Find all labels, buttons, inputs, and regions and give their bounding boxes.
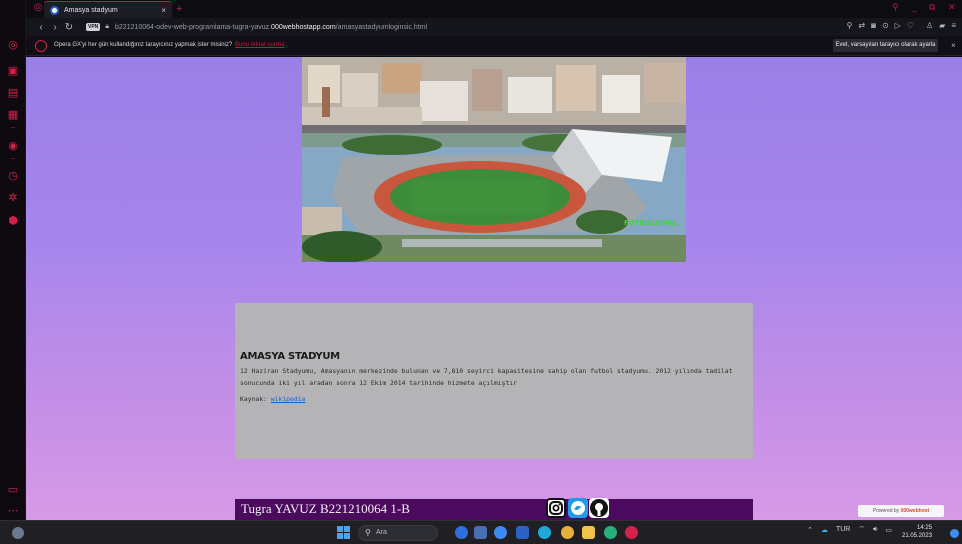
powered-by-badge[interactable]: Powered by 000webhost bbox=[858, 505, 944, 517]
extensions-icon[interactable]: ⬢ bbox=[5, 213, 21, 229]
start-button[interactable] bbox=[337, 526, 351, 540]
footer-text: Tugra YAVUZ B221210064 1-B bbox=[241, 501, 410, 516]
file-explorer-icon[interactable] bbox=[582, 526, 595, 539]
history-icon[interactable]: ◷ bbox=[5, 168, 21, 184]
stadium-photo: FUTBOLUMAL bbox=[302, 57, 686, 262]
vscode-icon[interactable] bbox=[538, 526, 551, 539]
settings-icon[interactable]: ✲ bbox=[5, 190, 21, 206]
tab-amasya-stadyum[interactable]: Amasya stadyum × bbox=[44, 1, 172, 18]
taskbar-clock[interactable]: 14:25 21.05.2023 bbox=[902, 524, 932, 540]
chrome-icon[interactable] bbox=[561, 526, 574, 539]
toolbar-icons: ⚲ ⇄ ◙ ⊙ ▷ ♡ ♙ ▰ ≡ bbox=[847, 21, 962, 30]
wifi-icon[interactable]: ⌔ bbox=[858, 525, 865, 534]
forward-icon[interactable]: › bbox=[48, 22, 62, 33]
heart-icon[interactable]: ♡ bbox=[907, 21, 914, 30]
source-line: Kaynak: wikipedia bbox=[240, 395, 305, 403]
close-window-icon[interactable]: ✕ bbox=[948, 2, 956, 13]
search-icon: ⚲ bbox=[365, 528, 371, 537]
page-footer: Tugra YAVUZ B221210064 1-B bbox=[235, 498, 753, 520]
chevron-up-icon[interactable]: ⌃ bbox=[807, 526, 813, 534]
sidebar-divider bbox=[11, 158, 15, 159]
powered-by-brand: 000webhost bbox=[900, 508, 930, 514]
translate-icon[interactable]: ⇄ bbox=[858, 21, 865, 30]
github-icon[interactable] bbox=[589, 498, 609, 518]
app-icon[interactable] bbox=[604, 526, 617, 539]
tab-bar: ◎ Amasya stadyum × + ⚲ _ ⧉ ✕ bbox=[26, 0, 962, 18]
more-icon[interactable]: ⋯ bbox=[5, 503, 21, 519]
reload-icon[interactable]: ↻ bbox=[62, 22, 76, 33]
page-title: AMASYA STADYUM bbox=[240, 351, 340, 362]
opera-gx-taskbar-icon[interactable] bbox=[625, 526, 638, 539]
volume-icon[interactable]: 🔊︎ bbox=[873, 526, 877, 534]
notification-icon[interactable] bbox=[950, 529, 959, 538]
clock-date: 21.05.2023 bbox=[902, 533, 933, 539]
store-icon[interactable] bbox=[516, 526, 529, 539]
info-box: AMASYA STADYUM 12 Haziran Stadyumu, Amas… bbox=[235, 303, 753, 459]
vpn-badge[interactable]: VPN bbox=[86, 23, 101, 31]
search-icon[interactable]: ⚲ bbox=[847, 21, 853, 30]
set-default-button[interactable]: Evet, varsayılan tarayıcı olarak ayarla bbox=[833, 39, 938, 52]
page-viewport[interactable]: FUTBOLUMAL AMASYA STADYUM 12 Haziran Sta… bbox=[26, 57, 962, 520]
maximize-icon[interactable]: ⧉ bbox=[929, 2, 935, 13]
profile-icon[interactable]: ♙ bbox=[926, 21, 933, 30]
address-bar: ‹ › ↻ VPN 🔒︎ b221210064-odev-web-program… bbox=[26, 18, 962, 36]
default-browser-infobar: Opera GX'yi her gün kullandığınız tarayı… bbox=[26, 36, 962, 56]
battery-saver-icon[interactable]: ▰ bbox=[939, 21, 945, 30]
edge-icon[interactable] bbox=[494, 526, 507, 539]
instagram-icon[interactable] bbox=[546, 498, 566, 518]
twitter-icon[interactable] bbox=[568, 498, 588, 518]
cloud-icon[interactable]: ☁ bbox=[821, 526, 828, 534]
lock-icon[interactable]: 🔒︎ bbox=[105, 23, 109, 31]
twitch-icon[interactable]: ▤ bbox=[5, 85, 21, 101]
wikipedia-link[interactable]: wikipedia bbox=[271, 395, 306, 403]
taskbar-search[interactable]: ⚲ Ara bbox=[358, 525, 438, 541]
battery-icon[interactable]: ▭ bbox=[885, 526, 892, 534]
url-field[interactable]: b221210064-odev-web-programlama-tugra-ya… bbox=[115, 24, 427, 31]
discord-icon[interactable]: ▦ bbox=[5, 107, 21, 123]
sidebar-divider bbox=[11, 127, 15, 128]
language-indicator[interactable]: TUR bbox=[836, 526, 850, 533]
camera-icon[interactable]: ◙ bbox=[871, 21, 876, 30]
minimize-icon[interactable]: _ bbox=[912, 2, 917, 12]
task-view-icon[interactable] bbox=[455, 526, 468, 539]
windows-taskbar: ⚲ Ara ⌃ ☁ TUR ⌔ 🔊︎ ▭ 14:25 21.05.2023 bbox=[0, 520, 962, 544]
url-path: /amasyastadyumloginsic.html bbox=[335, 23, 428, 31]
tab-favicon-icon bbox=[50, 5, 59, 15]
source-label: Kaynak: bbox=[240, 395, 271, 403]
tab-title: Amasya stadyum bbox=[64, 6, 118, 14]
opera-gx-icon bbox=[35, 40, 47, 52]
play-icon[interactable]: ▷ bbox=[895, 21, 901, 30]
search-tabs-icon[interactable]: ⚲ bbox=[892, 2, 899, 13]
back-icon[interactable]: ‹ bbox=[34, 22, 48, 33]
dont-ask-again-link[interactable]: Bunu tekrar sorma bbox=[235, 42, 284, 48]
stadium-image: FUTBOLUMAL bbox=[302, 57, 686, 262]
browser-sidebar: ◎ ▣ ▤ ▦ ◉ ◷ ✲ ⬢ ▭ ⋯ bbox=[0, 0, 26, 520]
infobar-message: Opera GX'yi her gün kullandığınız tarayı… bbox=[54, 42, 233, 48]
snapshot-icon[interactable]: ⊙ bbox=[882, 21, 889, 30]
powered-by-text: Powered by bbox=[872, 508, 900, 514]
url-prefix: b221210064-odev-web-programlama-tugra-ya… bbox=[115, 23, 272, 31]
menu-icon[interactable]: ≡ bbox=[951, 21, 956, 30]
stadium-description: 12 Haziran Stadyumu, Amasyanın merkezind… bbox=[240, 367, 733, 387]
url-host: 000webhostapp.com bbox=[271, 23, 336, 31]
search-placeholder: Ara bbox=[376, 529, 387, 536]
image-watermark: FUTBOLUMAL bbox=[624, 219, 678, 227]
player-icon[interactable]: ▭ bbox=[5, 482, 21, 498]
new-tab-button[interactable]: + bbox=[176, 2, 182, 16]
clock-time: 14:25 bbox=[917, 525, 933, 531]
gx-control-icon[interactable]: ◎ bbox=[5, 37, 21, 53]
messenger-icon[interactable]: ◉ bbox=[5, 138, 21, 154]
tab-close-icon[interactable]: × bbox=[161, 6, 166, 15]
infobar-close-icon[interactable]: × bbox=[951, 41, 956, 50]
shopping-bag-icon[interactable]: ▣ bbox=[5, 63, 21, 79]
weather-widget-icon[interactable] bbox=[12, 527, 24, 539]
chat-icon[interactable] bbox=[474, 526, 487, 539]
